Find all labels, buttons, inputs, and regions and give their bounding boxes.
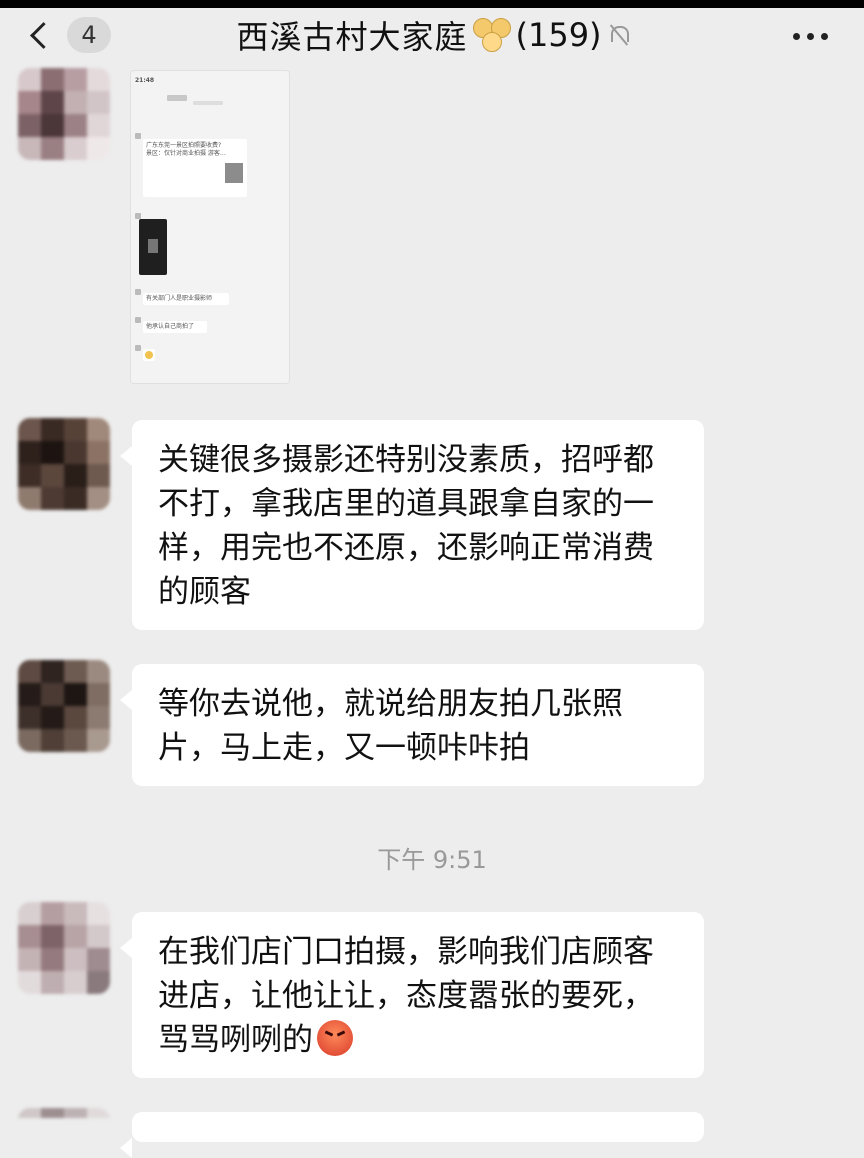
message-bubble[interactable]: 关键很多摄影还特别没素质，招呼都不打，拿我店里的道具跟拿自家的一样，用完也不还原… xyxy=(120,420,704,630)
message-text: 等你去说他，就说给朋友拍几张照片，马上走，又一顿咔咔拍 xyxy=(158,686,623,766)
angry-face-emoji-icon xyxy=(317,1020,353,1056)
status-bar xyxy=(0,0,864,8)
message-bubble[interactable]: 等你去说他，就说给朋友拍几张照片，马上走，又一顿咔咔拍 xyxy=(120,664,704,786)
member-count: (159) xyxy=(515,16,602,54)
avatar[interactable] xyxy=(18,418,110,510)
avatar[interactable] xyxy=(18,1108,110,1148)
chat-title-area[interactable]: 西溪古村大家庭 (159) xyxy=(0,8,864,62)
avatar[interactable] xyxy=(18,68,110,160)
thumb-video xyxy=(139,219,167,275)
thumb-message-2: 他承认自己商拍了 xyxy=(146,323,195,330)
message-timestamp: 下午 9:51 xyxy=(377,846,487,874)
more-options-button[interactable] xyxy=(793,22,828,50)
image-message[interactable]: 21:48 广东东莞一景区拍照要收费?景区：仅针对商业拍摄 游客… 有关部门人是… xyxy=(130,70,290,384)
chat-title: 西溪古村大家庭 xyxy=(236,18,468,56)
thumb-link-card: 广东东莞一景区拍照要收费?景区：仅针对商业拍摄 游客… xyxy=(143,139,247,197)
thumb-message-1: 有关部门人是职业摄影师 xyxy=(146,295,213,302)
message-text: 在我们店门口拍摄，影响我们店顾客进店，让他让让，态度嚣张的要死，骂骂咧咧的 xyxy=(158,934,654,1058)
avatar[interactable] xyxy=(18,660,110,752)
family-emoji-icon xyxy=(471,18,512,52)
message-bubble[interactable] xyxy=(120,1112,704,1158)
thumb-time: 21:48 xyxy=(135,77,155,84)
avatar[interactable] xyxy=(18,902,110,994)
chat-header: 4 西溪古村大家庭 (159) xyxy=(0,8,864,62)
more-dots-icon xyxy=(793,32,800,40)
message-bubble[interactable]: 在我们店门口拍摄，影响我们店顾客进店，让他让让，态度嚣张的要死，骂骂咧咧的 xyxy=(120,912,704,1078)
message-text: 关键很多摄影还特别没素质，招呼都不打，拿我店里的道具跟拿自家的一样，用完也不还原… xyxy=(158,442,654,610)
bell-slash-icon xyxy=(609,24,629,46)
